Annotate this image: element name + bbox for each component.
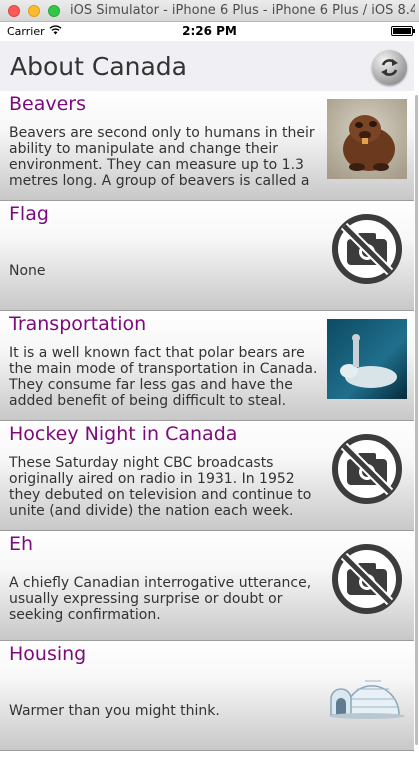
- no-camera-icon: [332, 214, 402, 284]
- zoom-window-button[interactable]: [48, 5, 60, 17]
- navigation-bar: About Canada: [0, 41, 419, 91]
- row-description: Warmer than you might think.: [9, 703, 220, 719]
- row-title: Transportation: [9, 313, 147, 335]
- list-item-flag[interactable]: Flag None: [0, 201, 414, 311]
- window-titlebar: iOS Simulator - iPhone 6 Plus - iPhone 6…: [0, 0, 419, 22]
- list-item-eh[interactable]: Eh A chiefly Canadian interrogative utte…: [0, 531, 414, 641]
- row-title: Housing: [9, 643, 87, 665]
- list-item-hockey-night[interactable]: Hockey Night in Canada These Saturday ni…: [0, 421, 414, 531]
- row-description: These Saturday night CBC broadcasts orig…: [9, 455, 312, 519]
- status-bar: Carrier 2:26 PM: [0, 22, 419, 41]
- status-time: 2:26 PM: [182, 24, 237, 38]
- row-title: Flag: [9, 203, 49, 225]
- row-description: None: [9, 263, 46, 279]
- window-controls: [8, 5, 60, 17]
- beaver-photo: [327, 99, 407, 179]
- list-item-beavers[interactable]: Beavers Beavers are second only to human…: [0, 91, 414, 201]
- polar-bear-photo: [327, 319, 407, 399]
- minimize-window-button[interactable]: [28, 5, 40, 17]
- list-item-housing[interactable]: Housing Warmer than you might think.: [0, 641, 414, 751]
- scrollbar-thumb[interactable]: [415, 95, 418, 745]
- row-title: Beavers: [9, 93, 87, 115]
- refresh-button[interactable]: [372, 50, 407, 85]
- close-window-button[interactable]: [8, 5, 20, 17]
- window-title: iOS Simulator - iPhone 6 Plus - iPhone 6…: [70, 3, 415, 18]
- row-description: A chiefly Canadian interrogative utteran…: [9, 575, 312, 623]
- row-description: It is a well known fact that polar bears…: [9, 345, 318, 409]
- battery-icon: [391, 26, 415, 36]
- no-camera-icon: [332, 544, 402, 614]
- row-title: Hockey Night in Canada: [9, 423, 238, 445]
- refresh-icon: [381, 59, 398, 76]
- list-item-transportation[interactable]: Transportation It is a well known fact t…: [0, 311, 414, 421]
- facts-list[interactable]: Beavers Beavers are second only to human…: [0, 91, 419, 758]
- igloo-icon: [329, 680, 405, 719]
- page-title: About Canada: [10, 52, 187, 81]
- row-description: Beavers are second only to humans in the…: [9, 125, 315, 189]
- no-camera-icon: [332, 434, 402, 504]
- row-title: Eh: [9, 533, 34, 555]
